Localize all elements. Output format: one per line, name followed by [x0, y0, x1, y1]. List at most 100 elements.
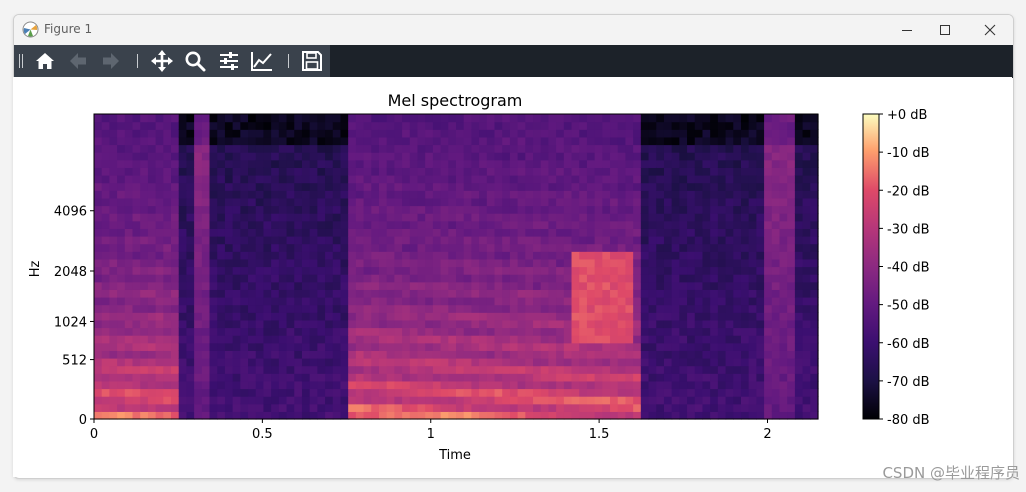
zoom-button[interactable] [181, 48, 209, 74]
spectrogram-cell [124, 342, 134, 351]
spectrogram-cell [725, 411, 734, 420]
spectrogram-cell [679, 182, 688, 191]
spectrogram-cell [286, 388, 295, 397]
save-button[interactable] [298, 48, 326, 74]
pan-button[interactable] [148, 48, 176, 74]
spectrogram-cell [440, 152, 449, 161]
spectrogram-cell [556, 144, 565, 153]
spectrogram-cell [456, 197, 465, 207]
spectrogram-cell [394, 327, 403, 336]
spectrogram-cell [132, 220, 141, 229]
spectrogram-cell [471, 266, 480, 275]
spectrogram-cell [124, 396, 134, 405]
spectrogram-cell [571, 327, 580, 336]
spectrogram-cell [456, 182, 465, 191]
spectrogram-cell [140, 289, 149, 298]
spectrogram-cell [617, 144, 627, 153]
spectrogram-cell [594, 159, 603, 168]
spectrogram-cell [556, 182, 565, 191]
spectrogram-cell [440, 297, 449, 306]
spectrogram-cell [440, 358, 449, 367]
spectrogram-cell [740, 396, 750, 405]
spectrogram-cell [486, 205, 496, 214]
spectrogram-cell [378, 411, 388, 420]
spectrogram-cell [733, 152, 742, 161]
spectrogram-cell [571, 266, 580, 275]
spectrogram-cell [224, 236, 234, 245]
figure-canvas[interactable]: Mel spectrogram 0 0.5 1 1.5 2 05121024204840… [13, 77, 1012, 477]
close-button[interactable] [967, 15, 1013, 45]
spectrogram-cell [448, 197, 457, 207]
home-button[interactable] [31, 48, 59, 74]
spectrogram-heatmap[interactable] [94, 114, 819, 420]
spectrogram-cell [432, 205, 442, 214]
spectrogram-cell [671, 327, 680, 336]
spectrogram-cell [301, 152, 311, 161]
spectrogram-cell [556, 319, 565, 329]
spectrogram-cell [502, 152, 511, 161]
spectrogram-cell [409, 289, 419, 298]
spectrogram-cell [687, 411, 696, 420]
spectrogram-cell [109, 388, 118, 397]
spectrogram-cell [209, 159, 218, 168]
spectrogram-cell [556, 251, 565, 260]
spectrogram-cell [602, 213, 611, 222]
spectrogram-cell [794, 251, 804, 260]
spectrogram-cell [325, 152, 334, 161]
spectrogram-cell [479, 144, 488, 153]
spectrogram-cell [656, 251, 665, 260]
spectrogram-cell [117, 114, 126, 123]
spectrogram-cell [810, 266, 819, 275]
spectrogram-cell [687, 251, 696, 260]
spectrogram-cell [117, 266, 126, 275]
spectrogram-cell [147, 175, 157, 184]
spectrogram-cell [733, 159, 742, 168]
spectrogram-cell [309, 197, 318, 207]
spectrogram-cell [317, 380, 326, 390]
forward-button[interactable] [97, 48, 125, 74]
spectrogram-cell [710, 304, 719, 313]
spectrogram-cell [186, 182, 195, 191]
spectrogram-cell [409, 228, 419, 237]
spectrogram-cell [702, 373, 711, 382]
spectrogram-cell [594, 236, 603, 245]
spectrogram-cell [533, 297, 542, 306]
configure-subplots-button[interactable] [215, 48, 243, 74]
spectrogram-cell [764, 388, 773, 397]
spectrogram-cell [671, 251, 680, 260]
toolbar-grip[interactable] [22, 54, 23, 68]
spectrogram-cell [217, 152, 226, 161]
spectrogram-cell [109, 342, 118, 351]
spectrogram-cell [394, 236, 403, 245]
spectrogram-cell [602, 258, 611, 268]
spectrogram-cell [625, 182, 634, 191]
edit-axis-button[interactable] [248, 48, 276, 74]
spectrogram-cell [656, 243, 665, 252]
spectrogram-cell [332, 236, 342, 245]
toolbar-grip[interactable] [19, 54, 20, 68]
back-button[interactable] [64, 48, 92, 74]
spectrogram-cell [802, 297, 811, 306]
spectrogram-cell [533, 358, 542, 367]
spectrogram-cell [363, 175, 372, 184]
spectrogram-cell [402, 297, 411, 306]
spectrogram-cell [301, 373, 311, 382]
spectrogram-cell [163, 152, 172, 161]
spectrogram-cell [224, 365, 234, 374]
spectrogram-cell [301, 319, 311, 329]
spectrogram-cell [525, 159, 534, 168]
spectrogram-cell [117, 319, 126, 329]
spectrogram-cell [802, 197, 811, 207]
spectrogram-cell [509, 373, 519, 382]
spectrogram-cell [540, 228, 550, 237]
spectrogram-cell [332, 380, 342, 390]
spectrogram-cell [494, 190, 503, 199]
spectrogram-cell [363, 152, 372, 161]
spectrogram-cell [548, 205, 557, 214]
spectrogram-cell [787, 358, 796, 367]
maximize-button[interactable] [922, 15, 968, 45]
spectrogram-cell [201, 380, 211, 390]
spectrogram-cell [178, 205, 188, 214]
spectrogram-cell [694, 335, 704, 344]
spectrogram-cell [147, 335, 157, 344]
